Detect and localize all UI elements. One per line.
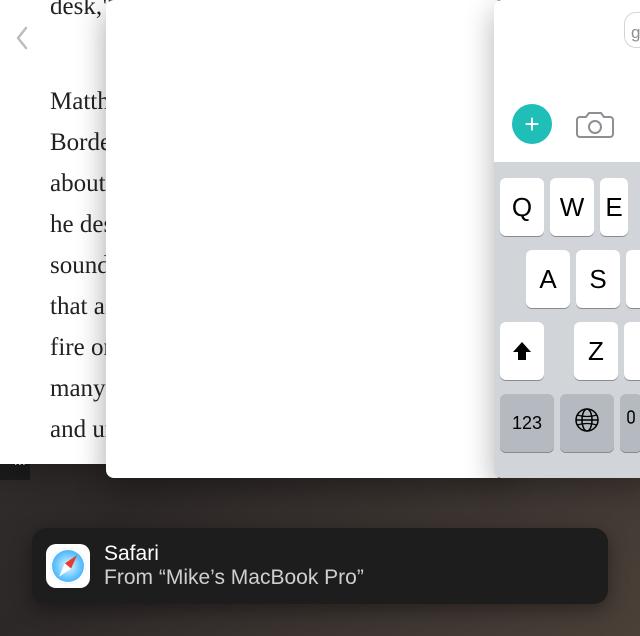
- key-q[interactable]: Q: [500, 178, 544, 236]
- camera-icon[interactable]: [574, 103, 616, 145]
- url-input[interactable]: g: [624, 12, 640, 48]
- globe-icon: [574, 407, 600, 440]
- safari-app-icon: [46, 544, 90, 588]
- compass-icon: [50, 548, 86, 584]
- handoff-subtitle: From “Mike’s MacBook Pro”: [104, 566, 364, 590]
- key-partial[interactable]: [626, 250, 640, 308]
- key-a[interactable]: A: [526, 250, 570, 308]
- keyboard-row-1: Q W E: [494, 178, 640, 236]
- reader-line: and un: [50, 416, 114, 443]
- key-partial[interactable]: [624, 322, 640, 380]
- key-e[interactable]: E: [600, 178, 628, 236]
- reader-line: sound:: [50, 252, 114, 279]
- reader-line: fire on: [50, 334, 114, 361]
- reader-line: many p: [50, 375, 114, 402]
- handoff-text: Safari From “Mike’s MacBook Pro”: [104, 542, 364, 590]
- compose-toolbar: +: [494, 96, 640, 152]
- reader-line: that as: [50, 293, 114, 320]
- url-partial-text: g: [631, 23, 640, 43]
- reader-paragraph-1: desk," s: [50, 0, 114, 27]
- chevron-left-icon[interactable]: [14, 26, 30, 57]
- handoff-banner[interactable]: Safari From “Mike’s MacBook Pro”: [32, 528, 608, 604]
- shift-icon: [510, 339, 534, 363]
- reader-line: Borderl: [50, 129, 114, 156]
- reader-line: Matthe: [50, 88, 114, 115]
- key-globe[interactable]: [560, 394, 614, 452]
- key-s[interactable]: S: [576, 250, 620, 308]
- mic-icon: [624, 410, 638, 437]
- handoff-app-name: Safari: [104, 542, 364, 566]
- keyboard-bottom-row: 123: [494, 394, 640, 452]
- key-numbers[interactable]: 123: [500, 394, 554, 452]
- keyboard: Q W E A S Z 123: [494, 162, 640, 478]
- keyboard-app-card[interactable]: g + Q W E A S: [494, 0, 640, 478]
- key-mic-partial[interactable]: [620, 394, 640, 452]
- reader-paragraph-2: Matthe Borderl about a he desc sound: th…: [50, 81, 114, 450]
- middle-app-card[interactable]: [106, 0, 504, 478]
- reader-app-card[interactable]: desk," s Matthe Borderl about a he desc …: [0, 0, 114, 464]
- reader-line: he desc: [50, 211, 114, 238]
- plus-icon: +: [524, 109, 539, 140]
- keyboard-row-3: Z: [494, 322, 640, 380]
- reader-line: about a: [50, 170, 114, 197]
- key-w[interactable]: W: [550, 178, 594, 236]
- key-shift[interactable]: [500, 322, 544, 380]
- keyboard-row-2: A S: [494, 250, 640, 308]
- key-z[interactable]: Z: [574, 322, 618, 380]
- add-button[interactable]: +: [512, 104, 552, 144]
